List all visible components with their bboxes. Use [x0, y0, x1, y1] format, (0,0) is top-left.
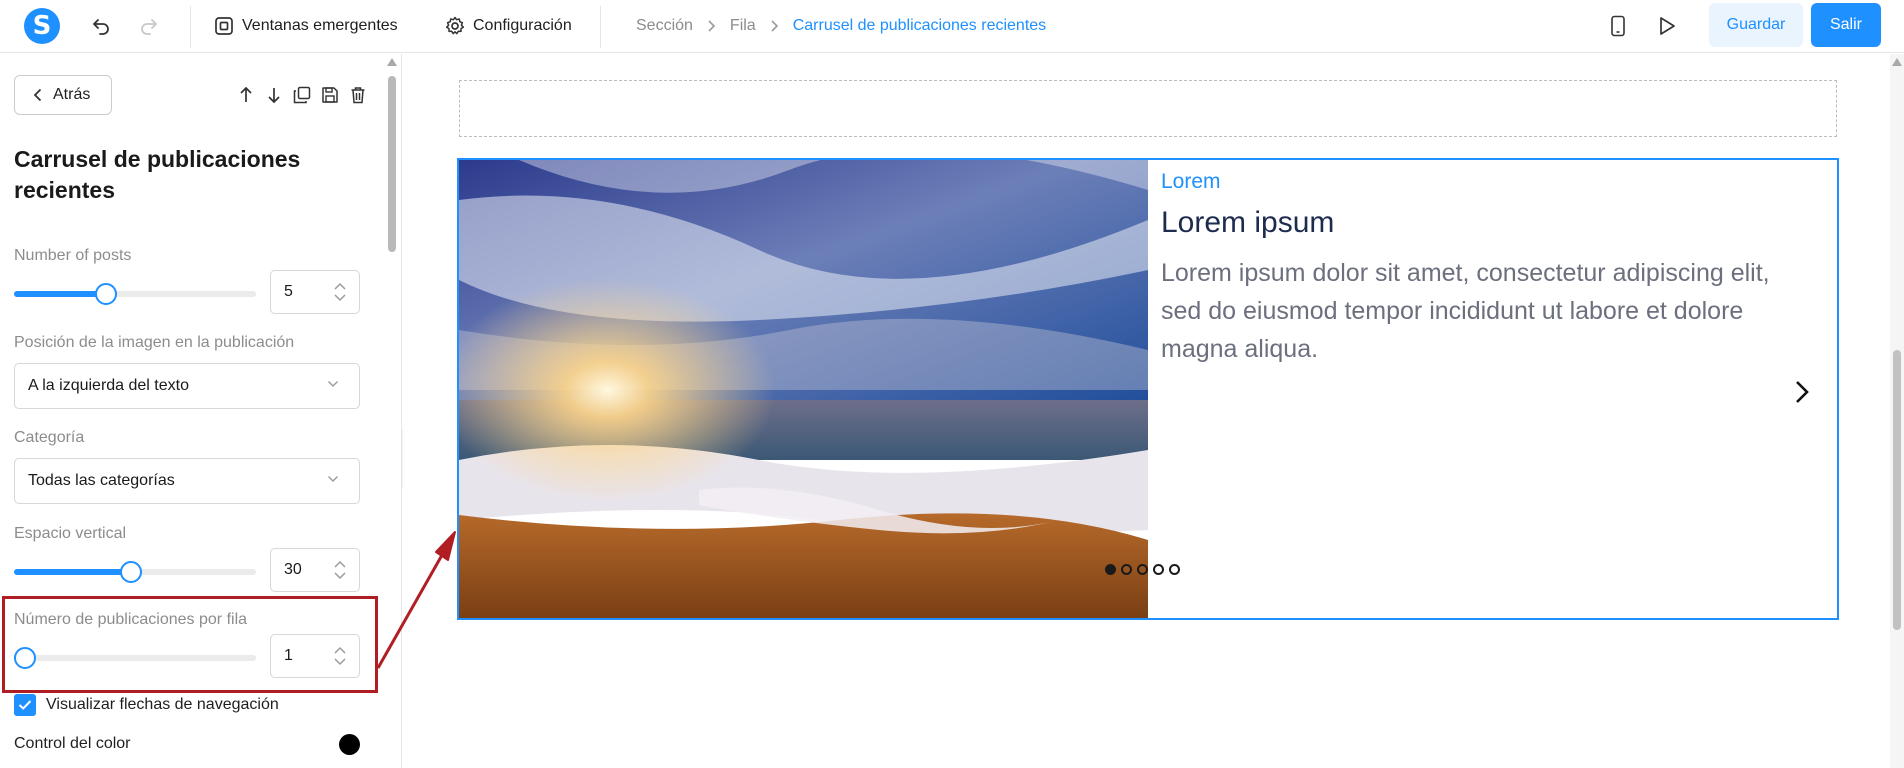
save-button[interactable]: Guardar	[1709, 3, 1803, 47]
play-preview-icon[interactable]	[1655, 14, 1679, 38]
chevron-down-icon	[328, 476, 338, 482]
popup-window-icon	[215, 17, 233, 35]
post-image	[459, 160, 1148, 618]
vertical-space-slider[interactable]	[14, 561, 256, 583]
pagination-dot[interactable]	[1121, 564, 1132, 575]
slider-knob[interactable]	[14, 647, 36, 669]
settings-label: Configuración	[473, 17, 572, 34]
top-bar: S Ventanas emergentes Configuración Secc…	[0, 0, 1904, 53]
image-position-label: Posición de la imagen en la publicación	[14, 334, 295, 351]
settings-sidebar: Atrás Carrusel de publicaciones reciente…	[0, 54, 402, 768]
posts-per-row-label: Número de publicaciones por fila	[14, 611, 248, 628]
color-control-label: Control del color	[14, 735, 131, 752]
app-logo[interactable]: S	[24, 8, 60, 44]
recent-posts-carousel[interactable]: Lorem Lorem ipsum Lorem ipsum dolor sit …	[457, 158, 1839, 620]
move-up-icon[interactable]	[236, 84, 255, 106]
breadcrumb-current: Carrusel de publicaciones recientes	[792, 17, 1047, 34]
popups-label: Ventanas emergentes	[242, 17, 398, 34]
gear-icon	[445, 16, 465, 35]
vertical-space-value: 30	[284, 561, 302, 578]
stepper-icon[interactable]	[333, 560, 347, 580]
canvas-scroll-thumb[interactable]	[1893, 350, 1901, 630]
move-down-icon[interactable]	[264, 84, 283, 106]
carousel-next-arrow-icon[interactable]	[1792, 379, 1812, 405]
pagination-dot[interactable]	[1169, 564, 1180, 575]
pagination-dot[interactable]	[1105, 564, 1116, 575]
number-of-posts-input[interactable]: 5	[270, 270, 360, 314]
exit-button[interactable]: Salir	[1811, 3, 1881, 47]
scroll-up-icon[interactable]	[387, 58, 397, 66]
panel-title: Carrusel de publicaciones recientes	[14, 146, 301, 203]
empty-row-placeholder[interactable]	[459, 80, 1837, 137]
breadcrumb-row[interactable]: Fila	[730, 17, 756, 35]
slider-knob[interactable]	[119, 561, 142, 583]
scroll-up-icon[interactable]	[1892, 58, 1902, 66]
back-button[interactable]: Atrás	[14, 75, 112, 115]
breadcrumb: Sección Fila Carrusel de publicaciones r…	[636, 15, 1046, 37]
color-swatch[interactable]	[339, 734, 360, 755]
carousel-pagination	[1105, 564, 1180, 575]
undo-icon[interactable]	[89, 14, 113, 38]
toolbar-divider	[600, 6, 601, 48]
pagination-dot[interactable]	[1137, 564, 1148, 575]
image-position-select[interactable]: A la izquierda del texto	[14, 363, 360, 409]
popups-button[interactable]: Ventanas emergentes	[214, 14, 398, 38]
stepper-icon[interactable]	[333, 646, 347, 666]
trash-icon[interactable]	[348, 84, 367, 106]
save-icon[interactable]	[320, 84, 339, 106]
chevron-right-icon	[770, 19, 779, 33]
show-arrows-checkbox[interactable]	[14, 694, 36, 716]
category-label: Categoría	[14, 429, 85, 446]
pagination-dot[interactable]	[1153, 564, 1164, 575]
copy-icon[interactable]	[292, 84, 311, 106]
breadcrumb-section[interactable]: Sección	[636, 17, 693, 35]
chevron-down-icon	[328, 381, 338, 387]
stepper-icon[interactable]	[333, 282, 347, 302]
number-of-posts-slider[interactable]	[14, 283, 256, 305]
slider-knob[interactable]	[95, 283, 118, 305]
show-arrows-label: Visualizar flechas de navegación	[46, 696, 279, 713]
slider-fill	[14, 569, 131, 575]
vertical-space-label: Espacio vertical	[14, 525, 127, 542]
category-value: Todas las categorías	[28, 472, 175, 489]
posts-per-row-input[interactable]: 1	[270, 634, 360, 678]
checkmark-icon	[18, 700, 32, 710]
post-category[interactable]: Lorem	[1161, 170, 1221, 194]
slider-fill	[14, 291, 107, 297]
back-label: Atrás	[53, 86, 91, 103]
vertical-space-input[interactable]: 30	[270, 548, 360, 592]
posts-per-row-value: 1	[284, 647, 293, 664]
settings-button[interactable]: Configuración	[445, 14, 572, 38]
posts-per-row-slider[interactable]	[14, 647, 256, 669]
category-select[interactable]: Todas las categorías	[14, 458, 360, 504]
post-title[interactable]: Lorem ipsum	[1161, 206, 1334, 240]
post-excerpt: Lorem ipsum dolor sit amet, consectetur …	[1161, 259, 1770, 363]
mobile-preview-icon[interactable]	[1606, 14, 1630, 38]
redo-icon[interactable]	[137, 14, 161, 38]
image-position-value: A la izquierda del texto	[28, 377, 189, 394]
chevron-right-icon	[707, 19, 716, 33]
number-of-posts-value: 5	[284, 283, 293, 300]
element-tools	[236, 84, 367, 106]
sidebar-scroll-thumb[interactable]	[388, 76, 396, 252]
toolbar-divider	[190, 6, 191, 48]
chevron-left-icon	[33, 88, 42, 102]
number-of-posts-label: Number of posts	[14, 247, 132, 264]
